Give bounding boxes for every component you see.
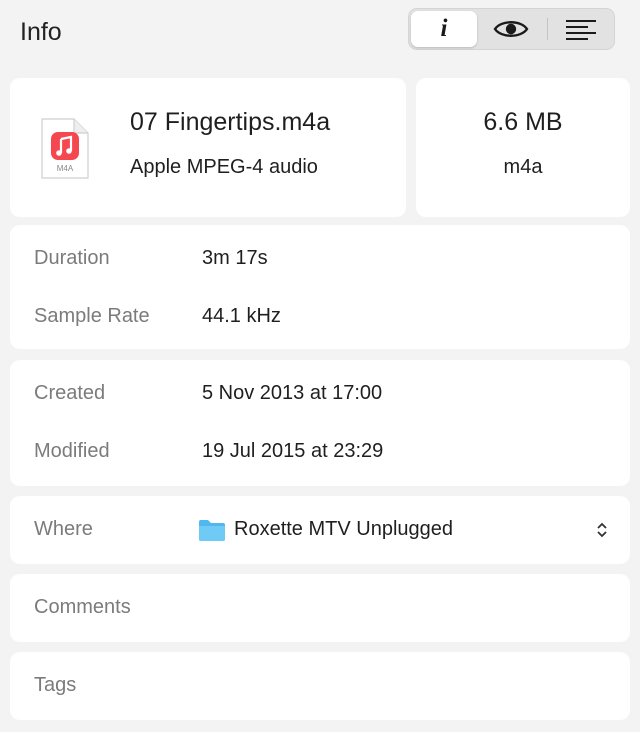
modified-value: 19 Jul 2015 at 23:29: [202, 440, 384, 462]
tags-label: Tags: [34, 674, 77, 696]
align-left-icon: [566, 20, 596, 40]
chevron-updown-icon: [597, 522, 607, 538]
tags-field[interactable]: Tags: [10, 652, 630, 720]
duration-value: 3m 17s: [202, 247, 268, 269]
folder-icon: [199, 520, 225, 541]
modified-label: Modified: [34, 440, 110, 462]
page-title: Info: [20, 18, 62, 46]
m4a-file-icon: M4A: [40, 118, 90, 185]
file-kind: Apple MPEG-4 audio: [130, 156, 318, 178]
created-value: 5 Nov 2013 at 17:00: [202, 382, 383, 404]
media-info-card: Duration 3m 17s Sample Rate 44.1 kHz: [10, 225, 630, 349]
comments-label: Comments: [34, 596, 131, 618]
file-summary-card: M4A 07 Fingertips.m4a Apple MPEG-4 audio: [10, 78, 406, 217]
eye-icon: [493, 21, 529, 37]
file-extension: m4a: [503, 156, 543, 178]
file-size-card: 6.6 MB m4a: [416, 78, 630, 217]
sample-rate-label: Sample Rate: [34, 305, 150, 327]
file-type-badge: M4A: [56, 164, 74, 173]
details-tab-button[interactable]: [548, 11, 614, 47]
sample-rate-value: 44.1 kHz: [202, 305, 281, 327]
info-icon: i: [440, 15, 448, 42]
header: Info i: [0, 0, 640, 64]
where-value: Roxette MTV Unplugged: [234, 518, 454, 540]
duration-label: Duration: [34, 247, 110, 269]
where-card: Where Roxette MTV Unplugged: [10, 496, 630, 564]
comments-field[interactable]: Comments: [10, 574, 630, 642]
file-size: 6.6 MB: [483, 108, 563, 136]
file-name: 07 Fingertips.m4a: [130, 108, 331, 136]
preview-tab-button[interactable]: [478, 11, 544, 47]
where-label: Where: [34, 518, 93, 540]
created-label: Created: [34, 382, 106, 404]
dates-card: Created 5 Nov 2013 at 17:00 Modified 19 …: [10, 360, 630, 486]
info-tab-button[interactable]: i: [411, 11, 477, 47]
view-segmented-control: i: [408, 8, 615, 50]
where-selector[interactable]: Roxette MTV Unplugged: [198, 510, 618, 550]
